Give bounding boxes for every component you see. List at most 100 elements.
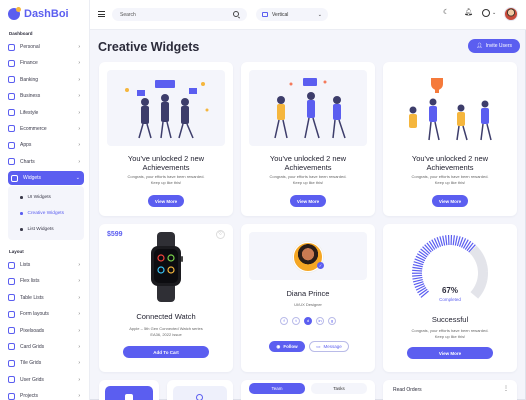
github-icon[interactable]: g [328,317,336,325]
profile-card: ✓ Diana Prince UI/UX Designer f t d in g… [241,224,375,372]
search-input[interactable]: Search [112,8,247,21]
gauge-segment-filled [442,235,446,246]
sidebar-item-charts[interactable]: Charts › [8,155,84,169]
gauge-segment-filled [452,235,455,246]
user-grid-icon [8,376,15,384]
chevron-right-icon: › [78,393,80,400]
follow-button[interactable]: ◉ Follow [269,341,305,352]
view-more-button[interactable]: View More [290,195,326,207]
sidebar-item-user-grids[interactable]: User Grids › [8,373,84,387]
rss-icon: ◉ [276,343,281,349]
moon-icon[interactable]: ☾ [443,9,449,16]
bottom-tile-primary[interactable] [105,386,153,400]
tile-grid-icon [8,359,15,367]
sidebar-item-pixelsoads[interactable]: Pixelsoads › [8,324,84,338]
projects-icon [8,392,15,400]
dribbble-icon[interactable]: d [304,317,312,325]
gauge-segment-filled [412,278,423,283]
app-logo[interactable]: DashBoi [8,7,69,20]
gauge-segment-filled [422,246,431,255]
sidebar-item-banking[interactable]: Banking › [8,73,84,87]
table-icon [8,294,15,302]
tab-team[interactable]: Team [249,383,305,394]
chevron-right-icon: › [78,343,80,350]
chevron-down-icon: ⌄ [317,11,322,18]
chat-icon: ▭ [316,343,321,349]
sidebar-item-finance[interactable]: Finance › [8,56,84,70]
achievement-text: Congrats, your efforts have been rewarde… [127,174,205,185]
view-more-button[interactable]: View More [148,195,184,207]
view-more-button[interactable]: View More [407,347,493,359]
gauge-segment-empty [477,265,488,271]
globe-icon[interactable] [482,9,490,17]
chevron-right-icon: › [78,294,80,301]
topbar: Search Vertical ⌄ ☾ 🔔︎ ⌄ [90,0,526,30]
sidebar-item-table-lists[interactable]: Table Lists › [8,291,84,305]
sidebar-item-tile-grids[interactable]: Tile Grids › [8,356,84,370]
orders-card: Read Orders ⋮ [383,380,517,400]
logo-icon [8,7,21,20]
progress-gauge [411,235,489,299]
tile-icon [125,394,133,400]
bottom-tile-secondary[interactable] [173,386,227,400]
sidebar-item-personal[interactable]: Personal › [8,40,84,54]
facebook-icon[interactable]: f [280,317,288,325]
view-more-button[interactable]: View More [432,195,468,207]
chevron-right-icon: › [78,93,80,100]
app-name: DashBoi [24,8,69,20]
subitem-list-widgets[interactable]: List Widgets [8,222,84,238]
avatar[interactable] [504,7,518,21]
chevron-down-icon[interactable]: ⌄ [492,11,496,16]
profile-role: UI/UX Designer [294,302,322,307]
achievement-title: You've unlocked 2 new Achievements [269,154,347,172]
sidebar: DashBoi Dashboard Personal › Finance › Ban… [0,0,90,400]
progress-text: Congrats, your efforts have been rewarde… [411,328,489,339]
sidebar-item-apps[interactable]: Apps › [8,138,84,152]
chevron-right-icon: › [78,262,80,268]
bottom-card-1 [99,380,159,400]
widgets-icon [11,174,18,182]
sidebar-item-card-grids[interactable]: Card Grids › [8,340,84,354]
message-button[interactable]: ▭ Message [309,341,349,352]
social-links: f t d in g [241,317,375,325]
search-icon[interactable] [233,11,239,17]
product-title: Connected Watch [136,312,196,321]
linkedin-icon[interactable]: in [316,317,324,325]
add-to-cart-button[interactable]: Add To Cart [123,346,209,358]
watch-image [151,232,183,302]
sidebar-item-flex-lists[interactable]: Flex lists › [8,274,84,288]
finance-icon [8,59,15,67]
chevron-right-icon: › [78,327,80,334]
sidebar-item-widgets[interactable]: Widgets ⌄ [8,171,84,186]
more-icon[interactable]: ⋮ [503,385,509,392]
progress-status: Completed [439,297,461,302]
gauge-segment-empty [477,273,488,278]
achievement-text: Congrats, your efforts have been rewarde… [411,174,489,185]
sidebar-item-business[interactable]: Business › [8,89,84,103]
chevron-right-icon: › [78,376,80,383]
sidebar-item-lifestyle[interactable]: Lifestyle › [8,106,84,120]
chevron-right-icon: › [78,360,80,367]
flex-list-icon [8,277,15,285]
sidebar-item-ecommerce[interactable]: Ecommerce › [8,122,84,136]
tab-tasks[interactable]: Tasks [311,383,367,394]
sidebar-nav-dashboard: Personal › Finance › Banking › Business › Li… [8,40,84,243]
sidebar-item-form-layouts[interactable]: Form layouts › [8,307,84,321]
chevron-right-icon: › [78,125,80,132]
briefcase-icon [8,92,15,100]
chevron-right-icon: › [78,142,80,149]
subitem-creative-widgets[interactable]: Creative Widgets [8,206,84,222]
bell-icon[interactable]: 🔔︎ [464,9,473,16]
sidebar-item-lists[interactable]: Lists › [8,258,84,272]
apps-icon [8,141,15,149]
product-card: $599 ♡ Connected Watch Apple – 5th Gen C… [99,224,233,372]
gauge-segment-filled [412,269,423,272]
menu-icon[interactable] [98,11,105,17]
heart-icon[interactable]: ♡ [216,230,225,239]
invite-users-button[interactable]: 👤︎ Invite Users [468,39,520,53]
layout-select[interactable]: Vertical ⌄ [256,8,328,21]
twitter-icon[interactable]: t [292,317,300,325]
verified-icon: ✓ [317,262,324,269]
sidebar-item-projects[interactable]: Projects › [8,389,84,400]
subitem-ui-widgets[interactable]: UI Widgets [8,190,84,206]
